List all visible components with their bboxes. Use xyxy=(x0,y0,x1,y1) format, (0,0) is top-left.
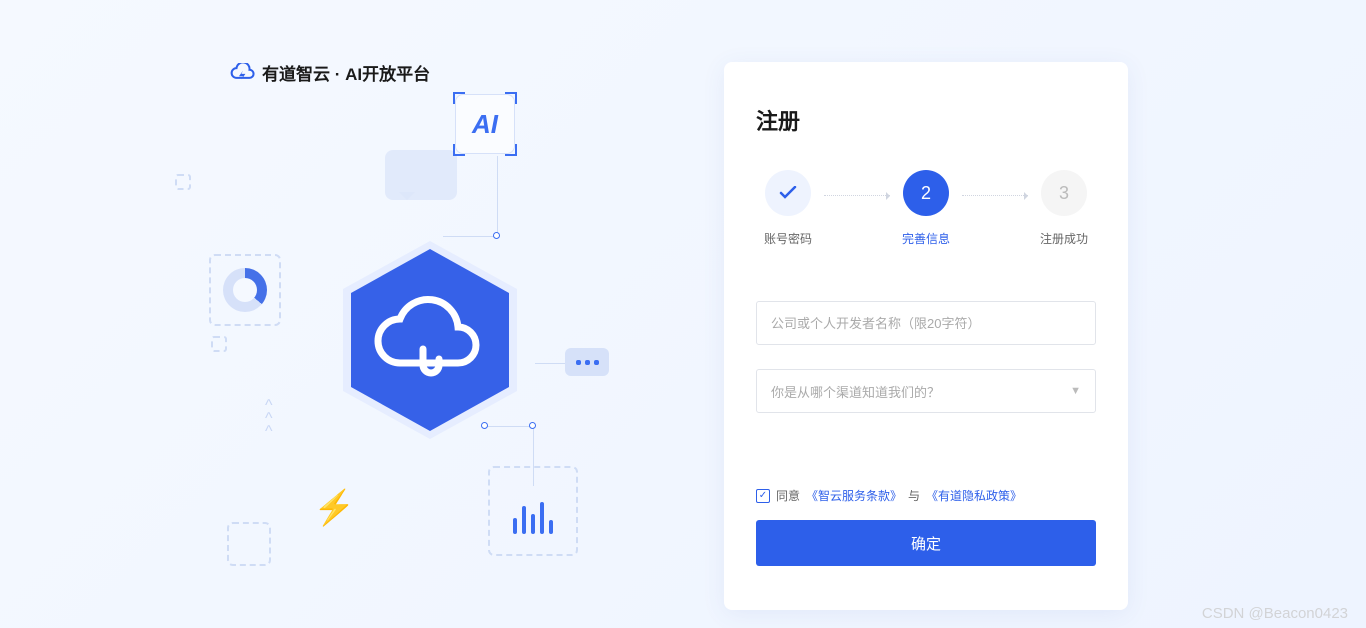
developer-name-input[interactable] xyxy=(756,301,1096,345)
step-3: 3 注册成功 xyxy=(1034,170,1094,247)
agree-checkbox[interactable]: ✓ xyxy=(756,489,770,503)
step-2: 2 完善信息 xyxy=(896,170,956,247)
step-indicator: 账号密码 2 完善信息 3 注册成功 xyxy=(756,170,1096,247)
ai-chip-icon: AI xyxy=(455,94,515,154)
dots-icon xyxy=(565,348,609,376)
brand-name: 有道智云 · AI开放平台 xyxy=(262,60,430,85)
pie-chart-icon xyxy=(223,268,267,312)
cloud-logo-icon xyxy=(230,63,256,83)
select-placeholder: 你是从哪个渠道知道我们的？ xyxy=(771,382,940,401)
confirm-button[interactable]: 确定 xyxy=(756,520,1096,566)
agreement-row: ✓ 同意 《智云服务条款》 与 《有道隐私政策》 xyxy=(756,487,1096,504)
tos-link[interactable]: 《智云服务条款》 xyxy=(806,487,902,504)
check-icon xyxy=(765,170,811,216)
step-1: 账号密码 xyxy=(758,170,818,247)
left-decorative-panel: 有道智云 · AI开放平台 AI ^^^ xyxy=(0,0,1366,628)
channel-select[interactable]: 你是从哪个渠道知道我们的？ ▼ xyxy=(756,369,1096,413)
privacy-link[interactable]: 《有道隐私政策》 xyxy=(926,487,1022,504)
chevron-down-icon: ▼ xyxy=(1070,385,1081,397)
bar-chart-icon xyxy=(507,486,559,534)
hexagon-cloud-icon xyxy=(335,235,525,445)
registration-card: 注册 账号密码 2 完善信息 3 注册成功 你是从哪个渠道知道我们的？ ▼ xyxy=(724,62,1128,610)
watermark-text: CSDN @Beacon0423 xyxy=(1202,605,1348,622)
card-title: 注册 xyxy=(756,104,1096,136)
up-arrows-icon: ^^^ xyxy=(265,400,273,438)
hero-illustration: AI ^^^ ⚡ xyxy=(185,100,665,580)
speech-bubble-icon xyxy=(385,150,457,200)
lightning-icon: ⚡ xyxy=(313,488,355,528)
